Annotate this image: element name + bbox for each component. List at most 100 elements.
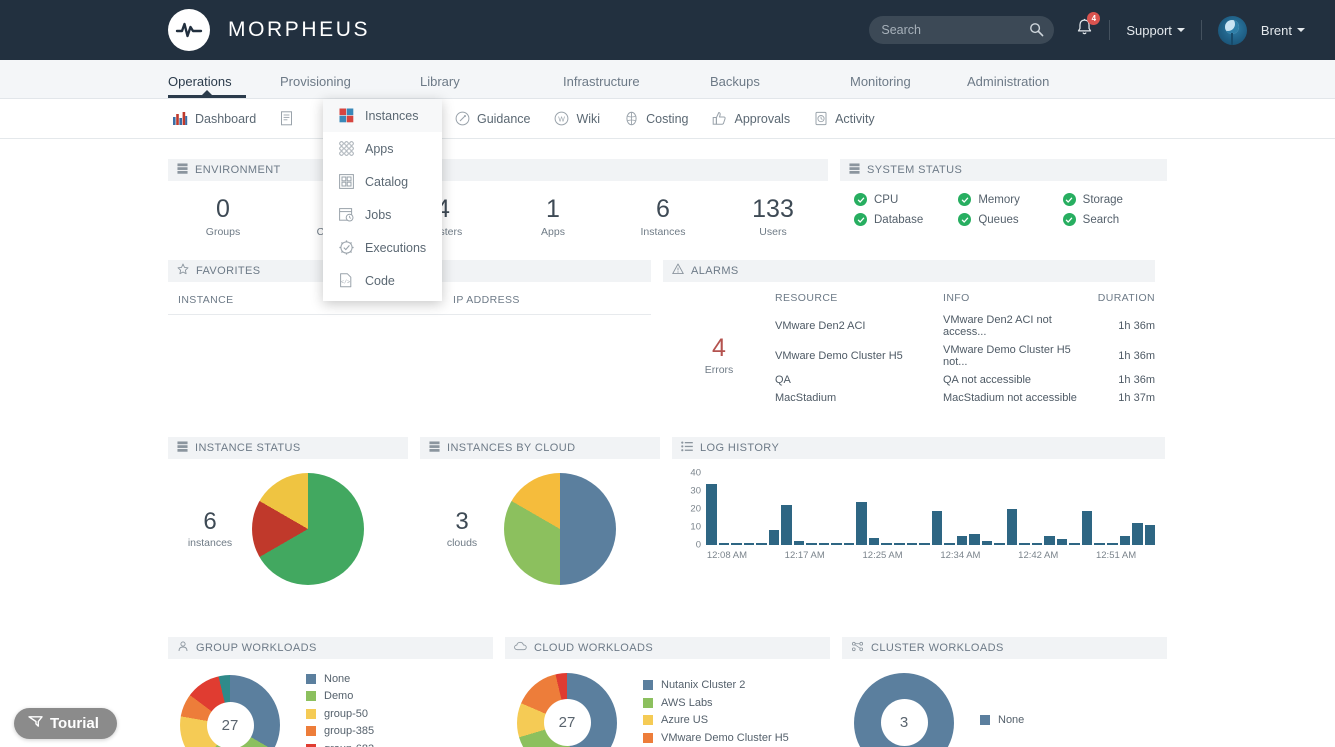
environment-panel-header: ENVIRONMENT: [168, 159, 828, 181]
code-file-icon: </>: [339, 273, 355, 288]
sub-nav-item-wiki[interactable]: WWiki: [554, 111, 600, 126]
environment-stat-apps[interactable]: 1Apps: [498, 195, 608, 238]
instance-status-summary: 6 instances: [168, 508, 252, 549]
instances-by-cloud-pie-chart[interactable]: [504, 473, 616, 585]
system-status-panel: SYSTEM STATUS CPUMemoryStorageDatabaseQu…: [840, 159, 1167, 248]
group-workloads-legend-item[interactable]: group-385: [306, 725, 374, 737]
group-workloads-legend-item[interactable]: group-683: [306, 743, 374, 747]
tourial-label: Tourial: [50, 715, 99, 732]
search-box[interactable]: [869, 16, 1054, 44]
group-workloads-center-value: 27: [207, 702, 254, 747]
sub-nav-item-guidance[interactable]: Guidance: [455, 111, 531, 126]
morpheus-logo-icon: [168, 9, 210, 51]
environment-stat-instances[interactable]: 6Instances: [608, 195, 718, 238]
log-history-bar: [932, 511, 943, 545]
row-environment-status: ENVIRONMENT 0Groups3Clouds4Clusters1Apps…: [0, 159, 1335, 248]
dropdown-item-jobs[interactable]: Jobs: [323, 198, 442, 231]
dropdown-item-executions[interactable]: Executions: [323, 231, 442, 264]
log-history-x-tick: 12:17 AM: [766, 550, 844, 561]
main-nav-item-operations[interactable]: Operations: [168, 74, 246, 98]
stat-value: 1: [498, 195, 608, 224]
alarm-resource-link[interactable]: MacStadium: [775, 389, 943, 407]
group-workloads-panel-header: GROUP WORKLOADS: [168, 637, 493, 659]
instance-status-count: 6: [168, 508, 252, 536]
log-history-bar: [756, 543, 767, 545]
favorites-col-ip: IP ADDRESS: [453, 294, 520, 306]
cloud-workloads-legend-item[interactable]: VMware Demo Cluster H5: [643, 732, 791, 744]
main-nav-item-provisioning[interactable]: Provisioning: [280, 74, 420, 98]
log-history-y-tick: 10: [690, 521, 701, 532]
bar-chart-icon: [172, 111, 188, 126]
cloud-workloads-donut-chart[interactable]: 27: [517, 673, 617, 747]
log-history-y-tick: 0: [696, 539, 701, 550]
sub-nav-item-label: Approvals: [734, 112, 790, 126]
stat-label: Users: [718, 226, 828, 238]
check-circle-icon: [1063, 213, 1076, 226]
jobs-calendar-clock-icon: [339, 207, 355, 222]
group-workloads-legend-item[interactable]: Demo: [306, 690, 374, 702]
top-header: MORPHEUS 4 Support: [0, 0, 1335, 60]
group-workloads-legend-item[interactable]: group-50: [306, 708, 374, 720]
alarms-row[interactable]: VMware Demo Cluster H5VMware Demo Cluste…: [775, 341, 1155, 371]
dropdown-item-code[interactable]: </> Code: [323, 264, 442, 297]
group-workloads-legend-item[interactable]: None: [306, 673, 374, 685]
sub-nav-item-dashboard[interactable]: Dashboard: [172, 111, 256, 126]
notifications-button[interactable]: 4: [1076, 18, 1093, 42]
alarm-info: VMware Demo Cluster H5 not...: [943, 341, 1098, 371]
dropdown-item-apps[interactable]: Apps: [323, 132, 442, 165]
cloud-workloads-legend-item[interactable]: AWS Labs: [643, 697, 791, 709]
log-history-bar: [982, 541, 993, 545]
alarm-resource-link[interactable]: QA: [775, 371, 943, 389]
sub-nav-item-activity[interactable]: Activity: [814, 111, 875, 126]
alarms-row[interactable]: QAQA not accessible1h 36m: [775, 371, 1155, 389]
cloud-workloads-legend-item[interactable]: Azure US: [643, 714, 791, 726]
sub-nav-item-approvals[interactable]: Approvals: [712, 111, 790, 126]
check-circle-icon: [958, 213, 971, 226]
group-workloads-donut-chart[interactable]: 27: [180, 675, 280, 747]
sub-nav-item-costing[interactable]: Costing: [624, 111, 688, 126]
alarms-title: ALARMS: [691, 265, 739, 277]
log-history-y-tick: 30: [690, 485, 701, 496]
legend-swatch: [306, 674, 316, 684]
log-history-title: LOG HISTORY: [700, 442, 779, 454]
alarm-resource-link[interactable]: VMware Den2 ACI: [775, 311, 943, 341]
main-nav-item-administration[interactable]: Administration: [967, 74, 1087, 98]
environment-stat-groups[interactable]: 0Groups: [168, 195, 278, 238]
alarms-row[interactable]: MacStadiumMacStadium not accessible1h 37…: [775, 389, 1155, 407]
environment-stat-users[interactable]: 133Users: [718, 195, 828, 238]
list-icon: [681, 441, 693, 455]
cluster-nodes-icon: [851, 641, 864, 655]
tourial-flag-icon: [28, 715, 43, 732]
dropdown-item-label: Code: [365, 274, 395, 288]
brand[interactable]: MORPHEUS: [168, 9, 370, 51]
log-history-bar: [894, 543, 905, 545]
cluster-workloads-donut-chart[interactable]: 3: [854, 673, 954, 747]
alarms-panel-header: ALARMS: [663, 260, 1155, 282]
search-input[interactable]: [881, 23, 1031, 37]
cloud-workloads-legend-item[interactable]: Nutanix Cluster 2: [643, 679, 791, 691]
main-nav-item-backups[interactable]: Backups: [710, 74, 850, 98]
main-nav-item-library[interactable]: Library: [420, 74, 563, 98]
dropdown-item-catalog[interactable]: Catalog: [323, 165, 442, 198]
svg-text:</>: </>: [341, 280, 350, 286]
log-history-bar: [856, 502, 867, 545]
user-menu[interactable]: Brent: [1218, 16, 1305, 45]
dropdown-item-instances[interactable]: Instances: [323, 99, 442, 132]
instance-status-pie-chart[interactable]: [252, 473, 364, 585]
main-nav-item-monitoring[interactable]: Monitoring: [850, 74, 967, 98]
tourial-watermark: Tourial: [14, 708, 117, 739]
log-history-bar: [731, 543, 742, 545]
stack-icon: [177, 441, 188, 455]
bell-icon: [1076, 24, 1093, 41]
main-nav-item-label: Backups: [710, 74, 760, 89]
main-nav-item-infrastructure[interactable]: Infrastructure: [563, 74, 710, 98]
alarms-row[interactable]: VMware Den2 ACIVMware Den2 ACI not acces…: [775, 311, 1155, 341]
check-circle-icon: [854, 213, 867, 226]
log-history-y-axis: 403020100: [680, 473, 706, 545]
alarms-col-info: INFO: [943, 292, 1098, 311]
cluster-workloads-legend-item[interactable]: None: [980, 714, 1024, 726]
log-history-chart[interactable]: 403020100 12:08 AM12:17 AM12:25 AM12:34 …: [672, 459, 1165, 567]
alarm-resource-link[interactable]: VMware Demo Cluster H5: [775, 341, 943, 371]
group-workloads-panel: GROUP WORKLOADS 27 None Demo group-50 group…: [168, 637, 493, 747]
support-menu[interactable]: Support: [1126, 23, 1185, 38]
